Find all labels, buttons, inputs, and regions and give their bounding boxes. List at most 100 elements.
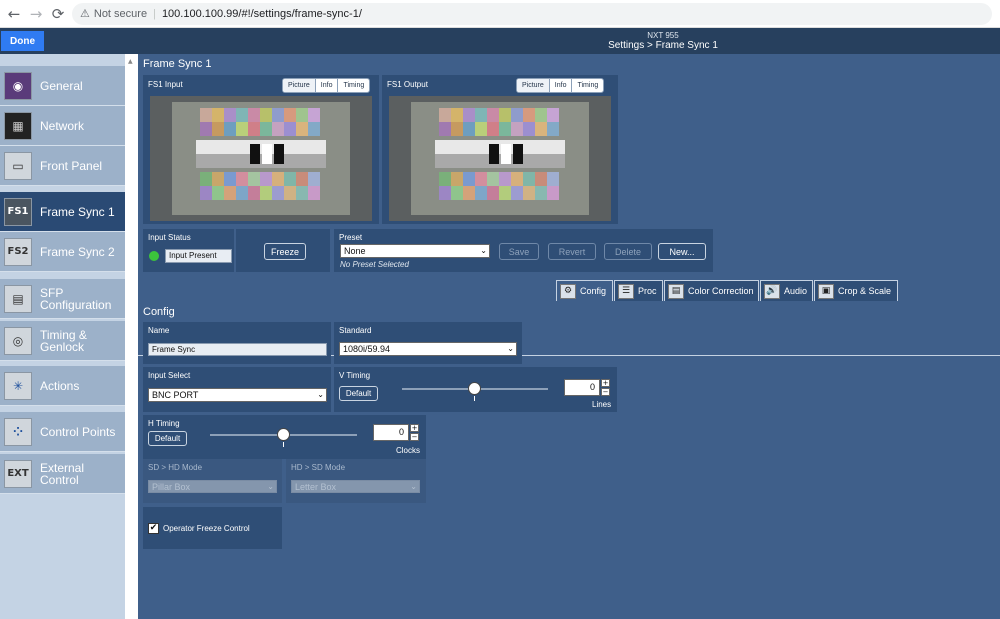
sidebar-item-external-control[interactable]: EXT External Control (0, 454, 125, 494)
new-preset-button[interactable]: New... (658, 243, 706, 260)
fs2-icon: FS2 (4, 237, 32, 266)
hd-sd-mode-panel: HD > SD Mode Letter Box ⌄ (286, 459, 426, 503)
address-bar[interactable]: ⚠ Not secure | 100.100.100.99/#!/settings/f… (72, 3, 992, 25)
decrement-icon[interactable]: − (601, 388, 610, 396)
increment-icon[interactable]: + (410, 424, 419, 432)
preset-select[interactable]: None ⌄ (340, 244, 490, 258)
standard-panel: Standard 1080i/59.94 ⌄ (334, 322, 522, 364)
sidebar-item-control-points[interactable]: ⁘ Control Points (0, 412, 125, 452)
sidebar-item-label: Network (40, 118, 85, 133)
tab-picture[interactable]: Picture (283, 79, 316, 92)
name-panel: Name Frame Sync (143, 322, 331, 364)
sidebar-item-general[interactable]: ◉ General (0, 66, 125, 106)
h-timing-input[interactable]: 0 (373, 424, 409, 441)
tab-proc[interactable]: ☰ Proc (614, 280, 663, 301)
app-header: Done NXT 955 Settings > Frame Sync 1 (0, 28, 1000, 54)
delete-button[interactable]: Delete (604, 243, 652, 260)
sidebar-item-label: Control Points (40, 424, 116, 439)
done-button[interactable]: Done (1, 31, 44, 51)
sidebar-item-label: General (40, 78, 83, 93)
hd-sd-mode-label: HD > SD Mode (291, 463, 346, 472)
sidebar-item-front-panel[interactable]: ▭ Front Panel (0, 146, 125, 186)
config-title: Config (143, 306, 175, 318)
v-timing-default-button[interactable]: Default (339, 386, 378, 401)
freeze-button[interactable]: Freeze (264, 243, 306, 260)
sd-hd-mode-select[interactable]: Pillar Box ⌄ (148, 480, 277, 493)
sidebar-item-frame-sync-2[interactable]: FS2 Frame Sync 2 (0, 232, 125, 272)
tab-picture[interactable]: Picture (517, 79, 550, 92)
tab-timing[interactable]: Timing (572, 79, 603, 92)
v-timing-input[interactable]: 0 (564, 379, 600, 396)
v-timing-slider-thumb[interactable] (468, 382, 481, 395)
main-content: Frame Sync 1 FS1 Input Picture Info Timi… (138, 54, 1000, 619)
fs1-input-panel: FS1 Input Picture Info Timing (143, 75, 379, 224)
name-label: Name (148, 326, 170, 335)
hd-sd-mode-select[interactable]: Letter Box ⌄ (291, 480, 420, 493)
url-text: 100.100.100.99/#!/settings/frame-sync-1/ (161, 8, 362, 20)
v-timing-panel: V Timing Default 0 + − Lines (334, 367, 617, 412)
browser-toolbar: ← → ⟳ ⚠ Not secure | 100.100.100.99/#!/sett… (0, 0, 1000, 28)
scroll-up-icon[interactable]: ▲ (128, 58, 133, 65)
sidebar-item-label: Frame Sync 1 (40, 204, 115, 219)
audio-icon: 🔊 (764, 283, 780, 299)
network-icon: ▦ (4, 111, 32, 140)
input-select[interactable]: BNC PORT ⌄ (148, 388, 327, 402)
forward-icon[interactable]: → (26, 4, 46, 24)
sidebar-item-label: SFP Configuration (40, 285, 112, 312)
fs1-output-panel: FS1 Output Picture Info Timing (382, 75, 618, 224)
decrement-icon[interactable]: − (410, 433, 419, 441)
tab-audio[interactable]: 🔊 Audio (760, 280, 813, 301)
back-icon[interactable]: ← (4, 4, 24, 24)
h-timing-slider-thumb[interactable] (277, 428, 290, 441)
operator-freeze-label: Operator Freeze Control (163, 524, 250, 533)
tab-config[interactable]: ⚙ Config (556, 280, 613, 301)
tab-info[interactable]: Info (550, 79, 573, 92)
slider-tick (474, 396, 475, 401)
revert-button[interactable]: Revert (548, 243, 596, 260)
reload-icon[interactable]: ⟳ (48, 4, 68, 24)
fs1-output-label: FS1 Output (387, 80, 428, 89)
fs1-output-tabs: Picture Info Timing (516, 78, 605, 93)
sidebar: ◉ General ▦ Network ▭ Front Panel FS1 Fr… (0, 54, 125, 619)
sidebar-item-frame-sync-1[interactable]: FS1 Frame Sync 1 (0, 192, 125, 232)
increment-icon[interactable]: + (601, 379, 610, 387)
sidebar-item-label: Front Panel (40, 158, 103, 173)
fs1-input-preview (150, 96, 372, 221)
fs1-input-tabs: Picture Info Timing (282, 78, 371, 93)
slider-tick (283, 442, 284, 447)
chevron-down-icon: ⌄ (507, 344, 514, 353)
warning-icon: ⚠ (80, 7, 90, 20)
fs1-output-preview (389, 96, 611, 221)
tab-color-correction[interactable]: ▤ Color Correction (664, 280, 759, 301)
save-button[interactable]: Save (499, 243, 539, 260)
scrollbar[interactable] (125, 54, 138, 619)
color-correction-icon: ▤ (668, 283, 684, 299)
ext-icon: EXT (4, 459, 32, 488)
security-status: Not secure (93, 8, 148, 20)
standard-select[interactable]: 1080i/59.94 ⌄ (339, 342, 517, 356)
v-timing-unit: Lines (592, 400, 612, 409)
tab-info[interactable]: Info (316, 79, 339, 92)
preset-label: Preset (339, 233, 363, 242)
sfp-icon: ▤ (4, 284, 32, 313)
eye-icon: ◉ (4, 71, 32, 100)
name-field[interactable]: Frame Sync (148, 343, 327, 356)
preset-status: No Preset Selected (340, 260, 409, 269)
actions-icon: ✳ (4, 371, 32, 400)
input-status-panel: Input Status Input Present (143, 229, 234, 272)
tab-timing[interactable]: Timing (338, 79, 369, 92)
sidebar-item-network[interactable]: ▦ Network (0, 106, 125, 146)
tab-crop-scale[interactable]: ▣ Crop & Scale (814, 280, 898, 301)
chevron-down-icon: ⌄ (480, 246, 487, 255)
h-timing-unit: Clocks (396, 446, 421, 455)
sidebar-item-actions[interactable]: ✳ Actions (0, 366, 125, 406)
h-timing-default-button[interactable]: Default (148, 431, 187, 446)
sidebar-item-sfp-configuration[interactable]: ▤ SFP Configuration (0, 279, 125, 319)
chevron-down-icon: ⌄ (267, 482, 274, 491)
sidebar-item-timing-genlock[interactable]: ◎ Timing & Genlock (0, 321, 125, 361)
test-chart-image (150, 96, 372, 221)
chevron-down-icon: ⌄ (410, 482, 417, 491)
operator-freeze-checkbox[interactable]: ✔ (148, 523, 159, 534)
fs1-icon: FS1 (4, 197, 32, 226)
front-panel-icon: ▭ (4, 151, 32, 180)
